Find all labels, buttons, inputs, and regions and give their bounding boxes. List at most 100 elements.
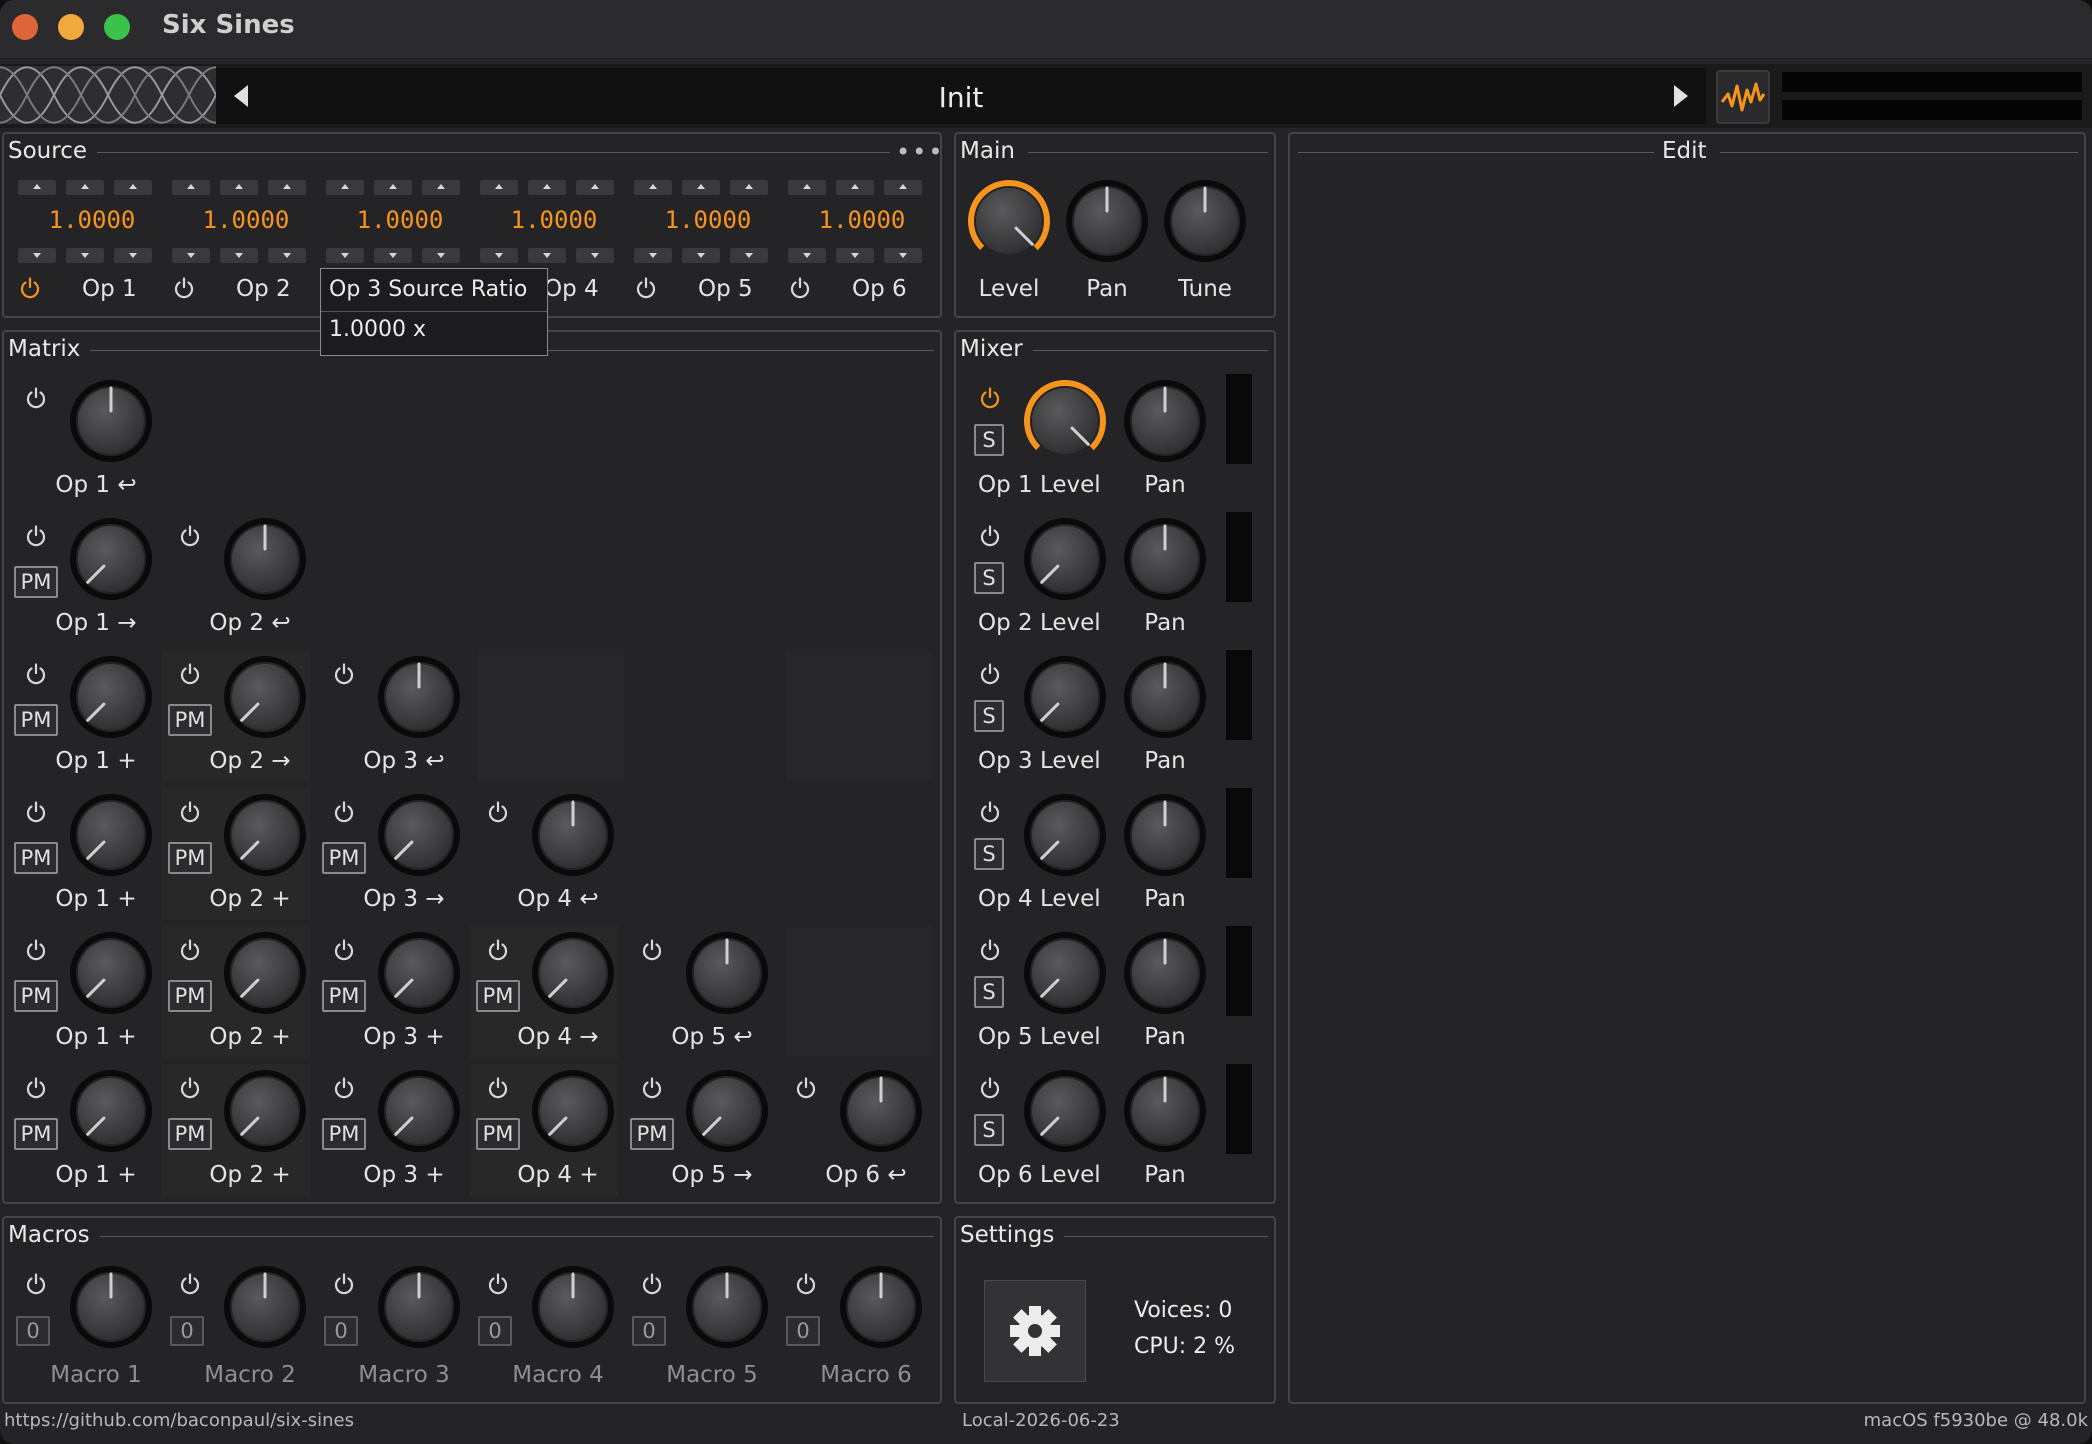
mixer-pan-knob[interactable] xyxy=(1122,516,1208,602)
macro-knob[interactable] xyxy=(68,1264,154,1350)
mixer-level-knob[interactable] xyxy=(1022,654,1108,740)
power-icon[interactable] xyxy=(486,800,510,824)
ratio-up-button[interactable] xyxy=(172,180,210,195)
mixer-level-knob[interactable] xyxy=(1022,792,1108,878)
ratio-down-button[interactable] xyxy=(326,248,364,263)
mixer-level-knob[interactable] xyxy=(1022,1068,1108,1154)
pm-toggle-button[interactable]: PM xyxy=(476,1118,520,1150)
mixer-pan-knob[interactable] xyxy=(1122,654,1208,740)
ratio-down-button[interactable] xyxy=(220,248,258,263)
power-icon[interactable] xyxy=(640,1272,664,1296)
matrix-depth-knob[interactable] xyxy=(68,378,154,464)
matrix-depth-knob[interactable] xyxy=(684,930,770,1016)
scope-button[interactable] xyxy=(1716,70,1770,124)
power-icon[interactable] xyxy=(486,1272,510,1296)
next-preset-icon[interactable] xyxy=(1674,85,1688,107)
ratio-down-button[interactable] xyxy=(634,248,672,263)
pm-toggle-button[interactable]: PM xyxy=(322,980,366,1012)
power-icon[interactable] xyxy=(24,524,48,548)
mixer-level-knob[interactable] xyxy=(1022,516,1108,602)
ratio-down-button[interactable] xyxy=(18,248,56,263)
ratio-up-button[interactable] xyxy=(422,180,460,195)
macro-knob[interactable] xyxy=(838,1264,924,1350)
main-pan-knob[interactable] xyxy=(1064,178,1150,264)
solo-button[interactable]: S xyxy=(974,976,1004,1008)
pm-toggle-button[interactable]: PM xyxy=(14,1118,58,1150)
pm-toggle-button[interactable]: PM xyxy=(168,842,212,874)
power-icon[interactable] xyxy=(978,524,1002,548)
ratio-up-button[interactable] xyxy=(634,180,672,195)
macro-count[interactable]: 0 xyxy=(786,1316,820,1346)
pm-toggle-button[interactable]: PM xyxy=(322,1118,366,1150)
settings-button[interactable] xyxy=(984,1280,1086,1382)
ratio-up-button[interactable] xyxy=(528,180,566,195)
ratio-down-button[interactable] xyxy=(730,248,768,263)
matrix-depth-knob[interactable] xyxy=(68,654,154,740)
macro-knob[interactable] xyxy=(684,1264,770,1350)
ratio-down-button[interactable] xyxy=(682,248,720,263)
matrix-depth-knob[interactable] xyxy=(376,792,462,878)
pm-toggle-button[interactable]: PM xyxy=(322,842,366,874)
ratio-down-button[interactable] xyxy=(268,248,306,263)
close-window-button[interactable] xyxy=(12,14,38,40)
mixer-pan-knob[interactable] xyxy=(1122,378,1208,464)
macro-count[interactable]: 0 xyxy=(16,1316,50,1346)
macro-knob[interactable] xyxy=(222,1264,308,1350)
power-icon[interactable] xyxy=(332,800,356,824)
power-icon[interactable] xyxy=(978,800,1002,824)
power-icon[interactable] xyxy=(794,1076,818,1100)
mixer-pan-knob[interactable] xyxy=(1122,930,1208,1016)
pm-toggle-button[interactable]: PM xyxy=(14,704,58,736)
pm-toggle-button[interactable]: PM xyxy=(14,980,58,1012)
matrix-depth-knob[interactable] xyxy=(838,1068,924,1154)
power-icon[interactable] xyxy=(172,276,196,300)
power-icon[interactable] xyxy=(178,800,202,824)
ratio-value[interactable]: 1.0000 xyxy=(340,206,460,234)
solo-button[interactable]: S xyxy=(974,1114,1004,1146)
ratio-down-button[interactable] xyxy=(114,248,152,263)
pm-toggle-button[interactable]: PM xyxy=(14,566,58,598)
main-level-knob[interactable] xyxy=(966,178,1052,264)
pm-toggle-button[interactable]: PM xyxy=(168,1118,212,1150)
mixer-level-knob[interactable] xyxy=(1022,930,1108,1016)
solo-button[interactable]: S xyxy=(974,838,1004,870)
power-icon[interactable] xyxy=(24,1076,48,1100)
main-tune-knob[interactable] xyxy=(1162,178,1248,264)
matrix-depth-knob[interactable] xyxy=(68,516,154,602)
mixer-level-knob[interactable] xyxy=(1022,378,1108,464)
ratio-up-button[interactable] xyxy=(884,180,922,195)
power-icon[interactable] xyxy=(178,938,202,962)
matrix-depth-knob[interactable] xyxy=(68,1068,154,1154)
matrix-depth-knob[interactable] xyxy=(684,1068,770,1154)
minimize-window-button[interactable] xyxy=(58,14,84,40)
power-icon[interactable] xyxy=(640,938,664,962)
matrix-depth-knob[interactable] xyxy=(530,930,616,1016)
power-icon[interactable] xyxy=(486,1076,510,1100)
ratio-up-button[interactable] xyxy=(730,180,768,195)
matrix-depth-knob[interactable] xyxy=(222,1068,308,1154)
power-icon[interactable] xyxy=(24,1272,48,1296)
ratio-up-button[interactable] xyxy=(374,180,412,195)
matrix-depth-knob[interactable] xyxy=(376,1068,462,1154)
matrix-depth-knob[interactable] xyxy=(222,930,308,1016)
matrix-depth-knob[interactable] xyxy=(222,792,308,878)
power-icon[interactable] xyxy=(978,386,1002,410)
ratio-value[interactable]: 1.0000 xyxy=(32,206,152,234)
power-icon[interactable] xyxy=(978,938,1002,962)
ratio-down-button[interactable] xyxy=(422,248,460,263)
pm-toggle-button[interactable]: PM xyxy=(14,842,58,874)
power-icon[interactable] xyxy=(486,938,510,962)
ratio-up-button[interactable] xyxy=(682,180,720,195)
matrix-depth-knob[interactable] xyxy=(376,930,462,1016)
macro-count[interactable]: 0 xyxy=(632,1316,666,1346)
power-icon[interactable] xyxy=(18,276,42,300)
power-icon[interactable] xyxy=(178,524,202,548)
ratio-value[interactable]: 1.0000 xyxy=(802,206,922,234)
preset-selector[interactable]: Init xyxy=(216,68,1706,124)
matrix-depth-knob[interactable] xyxy=(376,654,462,740)
ratio-down-button[interactable] xyxy=(66,248,104,263)
footer-url[interactable]: https://github.com/baconpaul/six-sines xyxy=(4,1410,354,1431)
ratio-up-button[interactable] xyxy=(326,180,364,195)
ratio-down-button[interactable] xyxy=(576,248,614,263)
power-icon[interactable] xyxy=(634,276,658,300)
